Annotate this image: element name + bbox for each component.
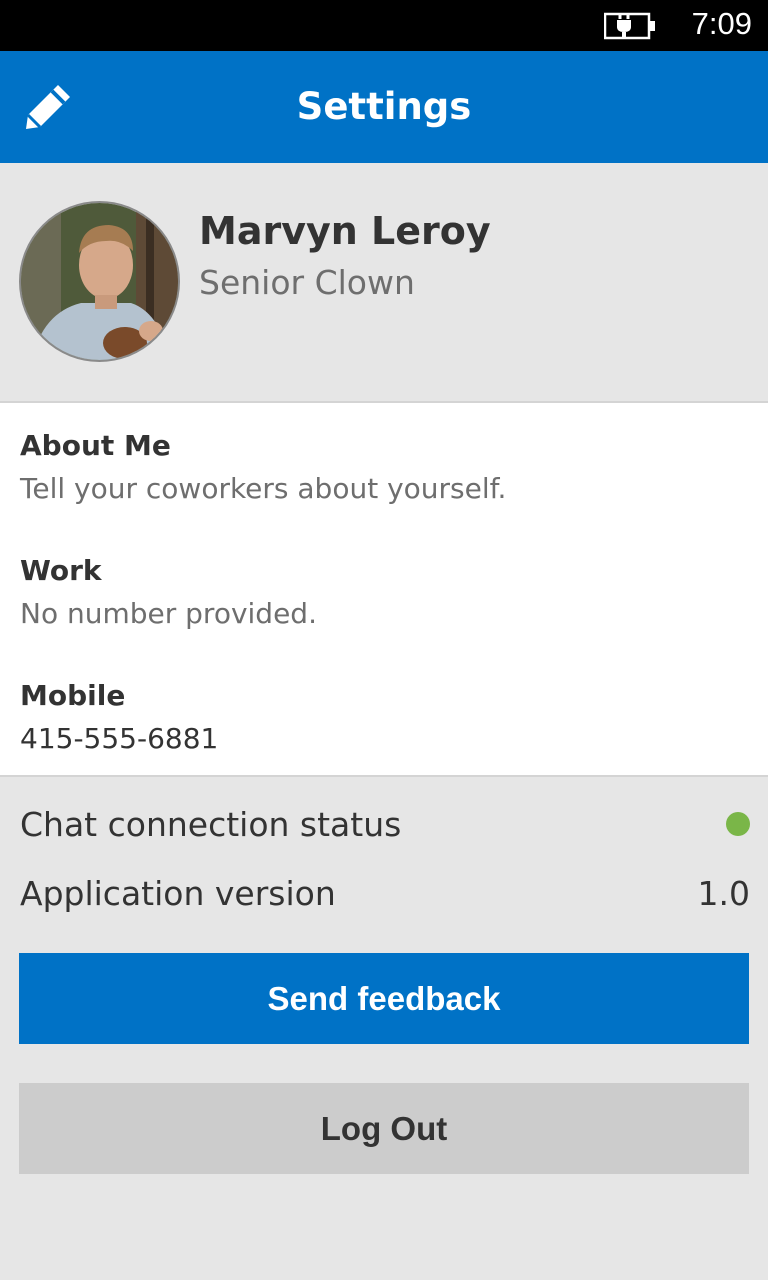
app-version-value: 1.0 <box>697 873 750 913</box>
mobile-label: Mobile <box>20 679 126 712</box>
status-dot-icon <box>726 812 750 836</box>
work-label: Work <box>20 554 102 587</box>
page-title: Settings <box>296 85 472 128</box>
chat-status-label: Chat connection status <box>20 804 402 844</box>
work-item[interactable]: Work No number provided. <box>20 554 740 630</box>
status-bar: 7:09 <box>0 0 768 51</box>
about-me-label: About Me <box>20 429 171 462</box>
profile-job-title: Senior Clown <box>199 263 415 302</box>
profile-section: Marvyn Leroy Senior Clown <box>0 163 768 401</box>
profile-name: Marvyn Leroy <box>199 209 491 253</box>
send-feedback-button[interactable]: Send feedback <box>19 953 749 1044</box>
app-version-label: Application version <box>20 873 336 913</box>
app-header: Settings <box>0 51 768 163</box>
mobile-value: 415-555-6881 <box>20 722 219 755</box>
details-card: About Me Tell your coworkers about yours… <box>0 401 768 777</box>
work-value: No number provided. <box>20 597 317 630</box>
mobile-item[interactable]: Mobile 415-555-6881 <box>20 679 740 755</box>
about-me-item[interactable]: About Me Tell your coworkers about yours… <box>20 429 740 505</box>
about-me-value: Tell your coworkers about yourself. <box>20 472 507 505</box>
battery-charging-icon <box>604 12 655 40</box>
edit-button[interactable] <box>14 73 82 141</box>
chat-status-row: Chat connection status <box>20 799 750 849</box>
log-out-button[interactable]: Log Out <box>19 1083 749 1174</box>
clock: 7:09 <box>691 6 752 41</box>
profile-photo <box>21 203 178 360</box>
pencil-icon <box>26 85 70 129</box>
avatar[interactable] <box>19 201 180 362</box>
app-version-row: Application version 1.0 <box>20 868 750 918</box>
